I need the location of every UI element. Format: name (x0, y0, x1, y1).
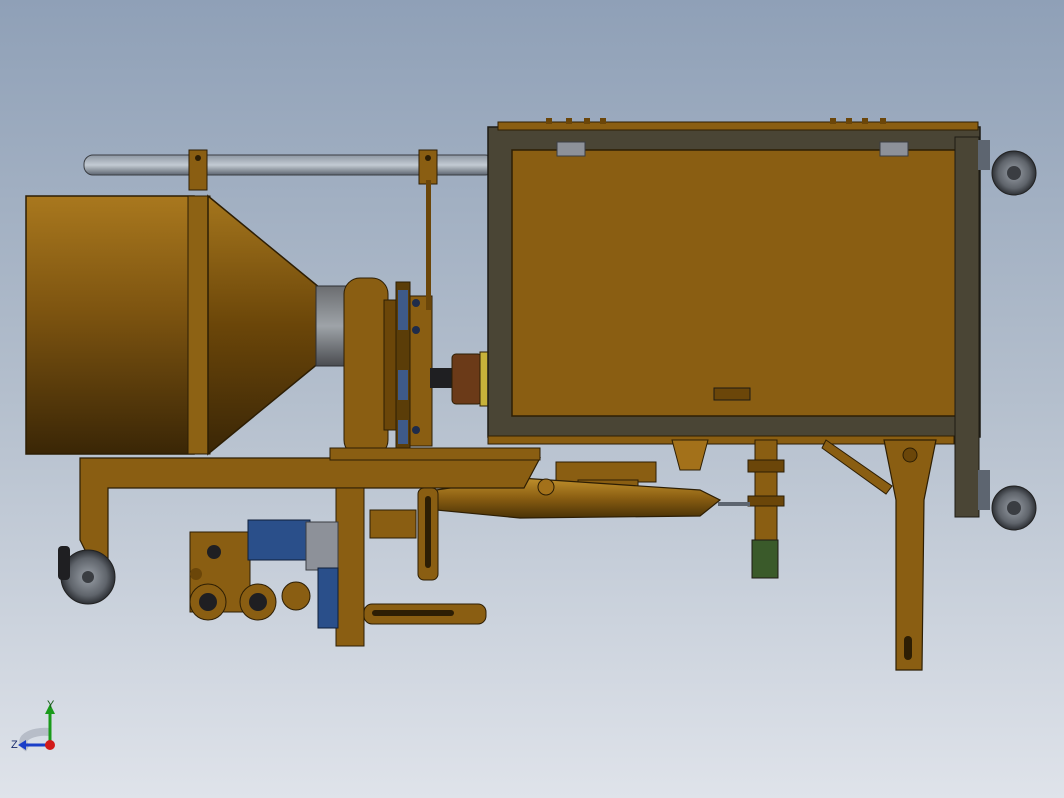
slide-slot (372, 610, 454, 616)
diagonal-brace (821, 439, 893, 495)
drive-shaft (430, 368, 454, 388)
mixer-drum (25, 195, 195, 455)
support-leg-right (883, 439, 937, 671)
frame-right-post (954, 136, 980, 518)
valve-knob[interactable] (537, 478, 555, 496)
y-axis-label: Y (47, 699, 55, 711)
motor-assembly (189, 519, 339, 629)
pipe-bracket-left (188, 149, 208, 191)
drum-band (187, 195, 211, 455)
hinge-right (879, 141, 909, 157)
x-axis-dot (45, 740, 55, 750)
caster-upper (978, 140, 1037, 196)
panel-latch[interactable] (713, 387, 751, 401)
hopper-spout (671, 439, 709, 471)
nozzle-tip-rod (718, 502, 750, 506)
control-box-panel (511, 149, 958, 417)
cad-viewport[interactable]: Y Z (0, 0, 1064, 798)
valve-column (747, 439, 785, 579)
center-post (335, 487, 365, 647)
z-axis-label: Z (11, 739, 18, 751)
base-rail-2 (329, 447, 541, 461)
caster-lower (978, 470, 1037, 531)
hinge-left (556, 141, 586, 157)
mixer-cone (207, 194, 321, 456)
slot-post-slot (425, 496, 431, 568)
hub-ring-steel (315, 285, 347, 367)
hub-flange (343, 277, 389, 457)
valve-bracket (555, 461, 657, 483)
clamp-block (369, 509, 417, 539)
leg-pivot (902, 447, 918, 463)
pipe-bracket-right (418, 149, 438, 185)
leg-slot (904, 636, 912, 660)
axis-triad: Y Z (11, 699, 55, 752)
coupling (451, 353, 483, 405)
linkage-rod (426, 180, 431, 310)
